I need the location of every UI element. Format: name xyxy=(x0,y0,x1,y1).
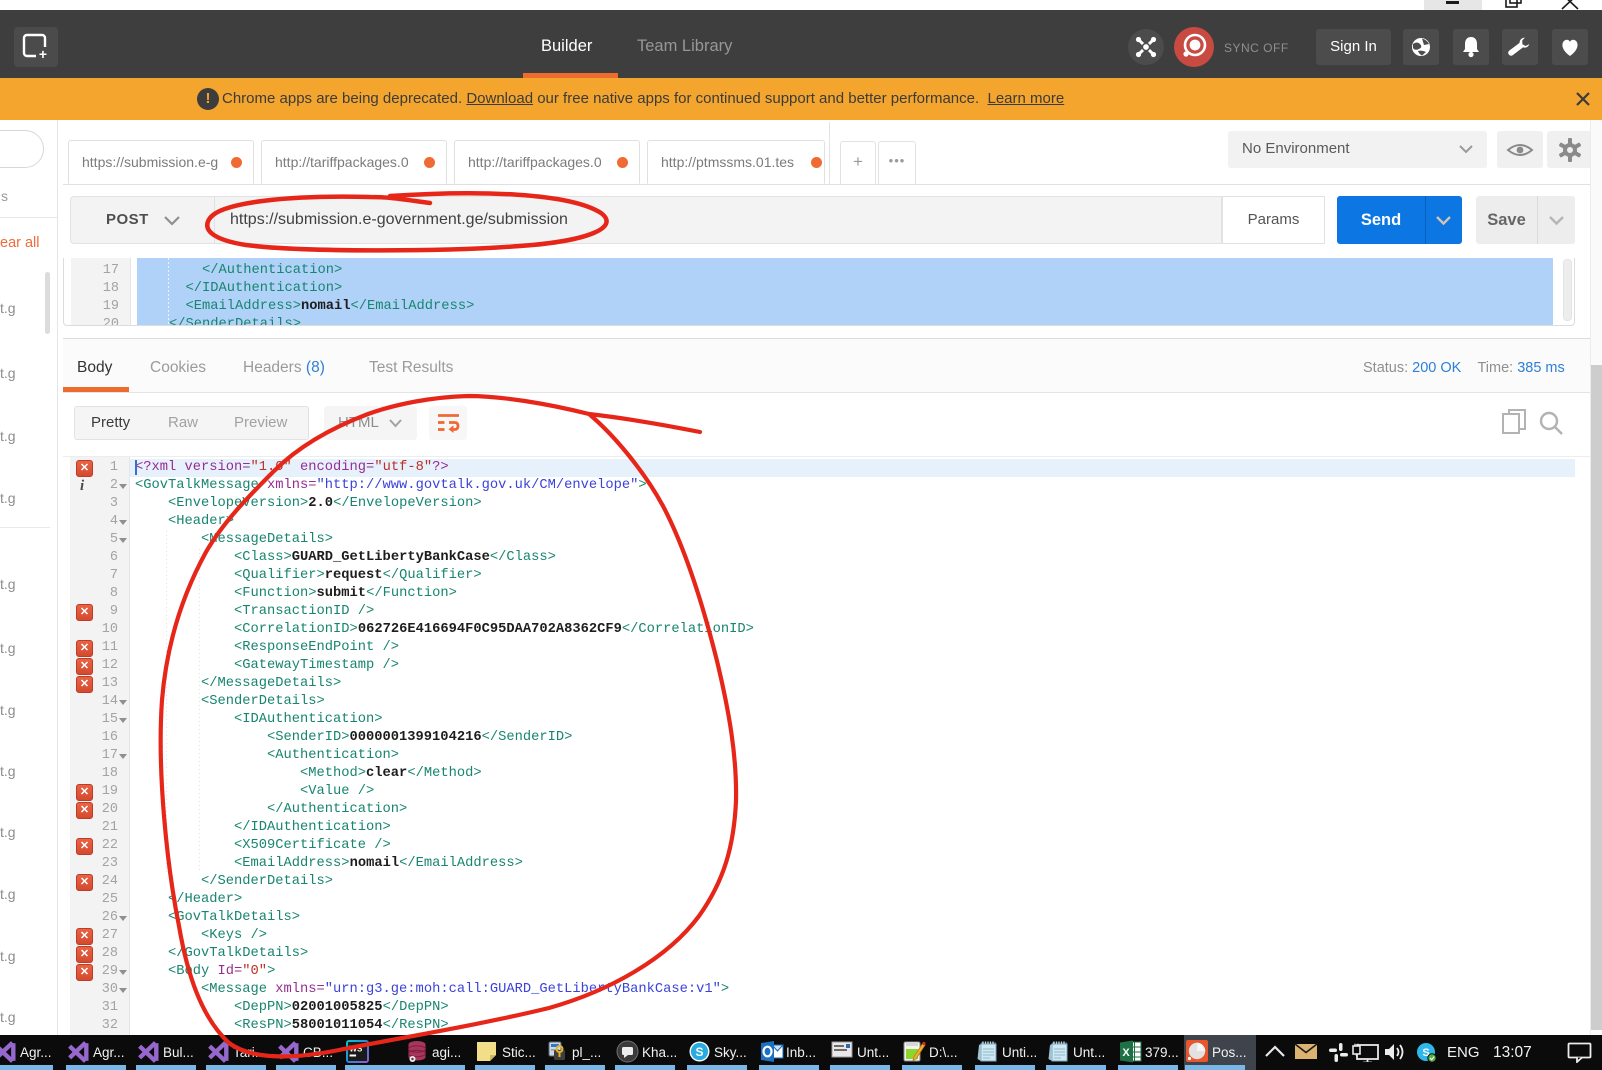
svg-text:X: X xyxy=(1122,1047,1130,1059)
svg-text:S: S xyxy=(695,1045,703,1059)
svg-text:+: + xyxy=(39,46,47,62)
svg-text:WS: WS xyxy=(349,1045,363,1054)
